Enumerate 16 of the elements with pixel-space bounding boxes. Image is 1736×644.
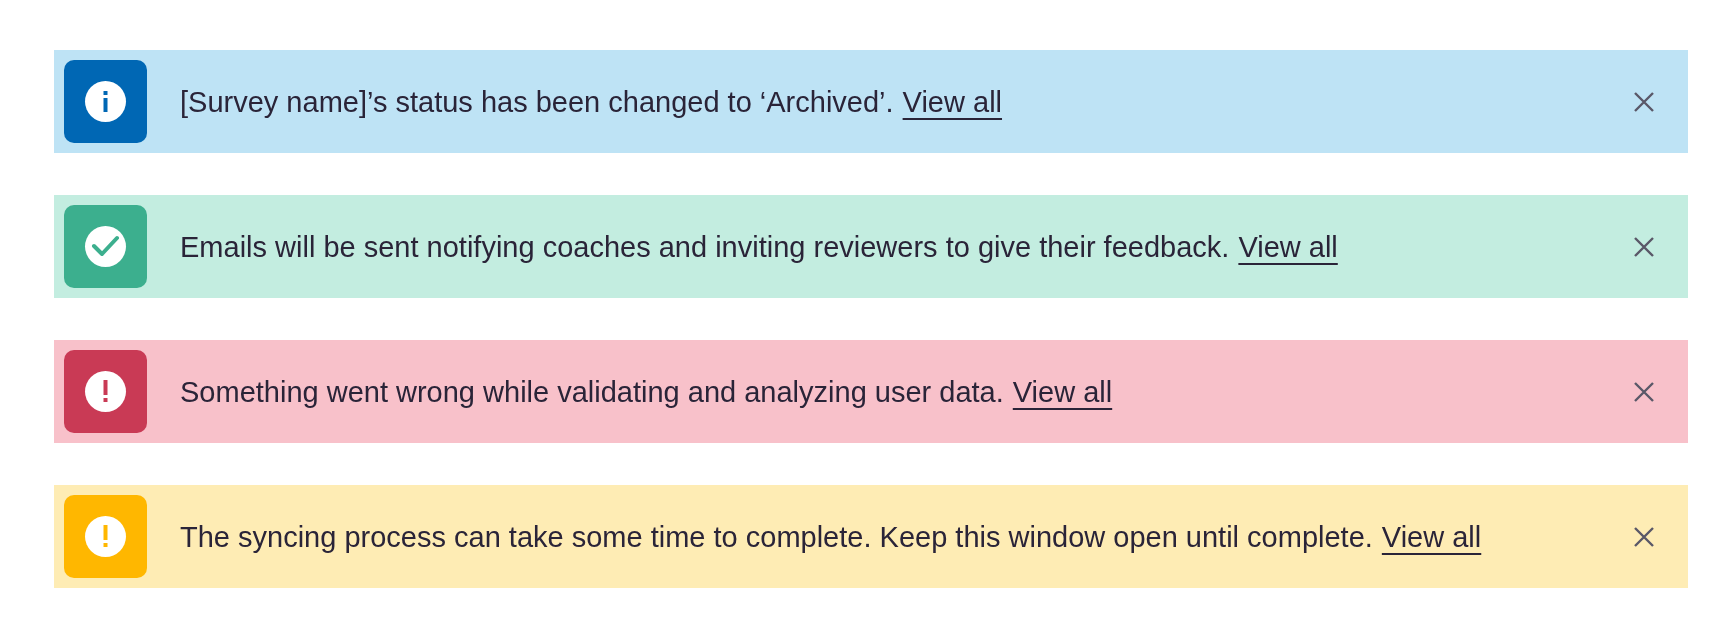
- alert-message: Something went wrong while validating and analyzing user data.: [180, 374, 1004, 410]
- exclamation-icon: [64, 495, 147, 578]
- view-all-link[interactable]: View all: [1012, 373, 1113, 410]
- exclamation-icon: [64, 350, 147, 433]
- view-all-link[interactable]: View all: [902, 83, 1002, 120]
- close-icon: [1634, 91, 1654, 112]
- close-icon: [1634, 236, 1654, 257]
- view-all-link[interactable]: View all: [1381, 518, 1482, 555]
- info-icon: [64, 60, 147, 143]
- alert-message: Emails will be sent notifying coaches and inviting reviewers to give their feedback.: [180, 229, 1230, 265]
- alert-message: [Survey name]’s status has been changed to ‘Archived’.: [180, 84, 894, 120]
- close-icon: [1634, 381, 1654, 402]
- check-icon: [64, 205, 147, 288]
- close-icon: [1634, 526, 1654, 547]
- alert-message: The syncing process can take some time to complete. Keep this window open until complete.: [180, 519, 1373, 555]
- view-all-link[interactable]: View all: [1238, 228, 1338, 265]
